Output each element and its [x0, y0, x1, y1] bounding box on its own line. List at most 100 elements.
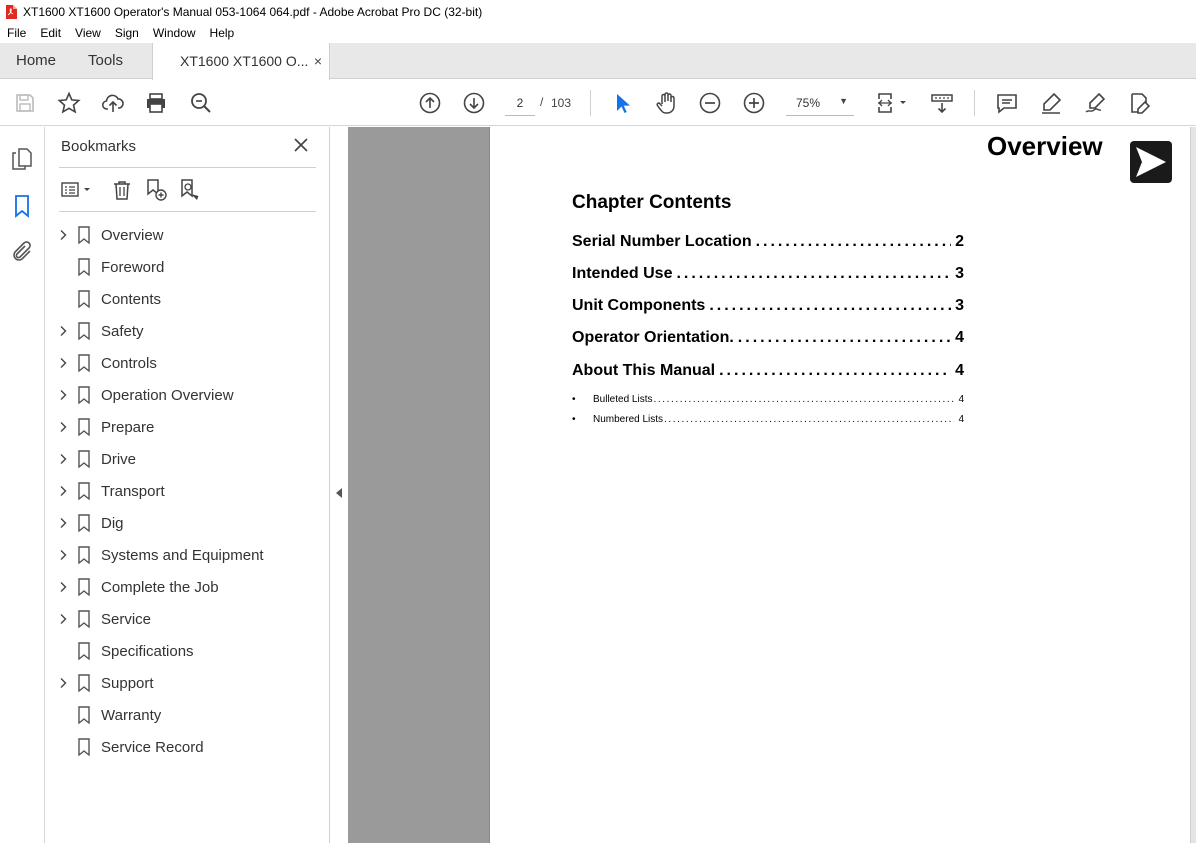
- toc-entry[interactable]: Unit Components.........................…: [572, 297, 964, 315]
- bookmark-item[interactable]: Specifications: [45, 635, 330, 667]
- chevron-right-icon[interactable]: [57, 325, 69, 337]
- find-bookmark-icon[interactable]: [177, 177, 203, 203]
- bookmark-label: Specifications: [101, 642, 194, 660]
- highlight-icon[interactable]: [1038, 90, 1064, 116]
- bookmark-label: Controls: [101, 354, 157, 372]
- chevron-right-icon[interactable]: [57, 581, 69, 593]
- menu-sign[interactable]: Sign: [108, 23, 146, 43]
- select-cursor-icon[interactable]: [609, 90, 635, 116]
- bookmark-item[interactable]: Safety: [45, 315, 330, 347]
- toc-subentry[interactable]: • Numbered Lists.........................…: [572, 414, 964, 425]
- toc-entry[interactable]: About This Manual.......................…: [572, 362, 964, 380]
- zoom-out-icon[interactable]: [697, 90, 723, 116]
- chevron-right-icon[interactable]: [57, 517, 69, 529]
- chevron-right-icon[interactable]: [57, 229, 69, 241]
- page-edge: [1190, 127, 1196, 843]
- new-bookmark-icon[interactable]: [143, 177, 169, 203]
- close-icon[interactable]: [291, 135, 311, 155]
- bookmark-label: Overview: [101, 226, 164, 244]
- bookmark-item[interactable]: Systems and Equipment: [45, 539, 330, 571]
- bookmark-item[interactable]: Drive: [45, 443, 330, 475]
- bookmarks-list: Overview Foreword Contents Safety Controls Op…: [45, 219, 330, 763]
- chevron-right-icon[interactable]: [57, 613, 69, 625]
- edit-icon[interactable]: [1126, 90, 1152, 116]
- bookmark-item[interactable]: Support: [45, 667, 330, 699]
- bookmark-icon: [77, 674, 91, 693]
- sign-icon[interactable]: [1082, 90, 1108, 116]
- collapse-arrow-icon: [336, 488, 342, 498]
- page-number-input[interactable]: 2: [505, 90, 535, 116]
- bookmark-label: Operation Overview: [101, 386, 234, 404]
- toc-subentry-page: 4: [958, 414, 964, 425]
- bookmark-item[interactable]: Warranty: [45, 699, 330, 731]
- chevron-right-icon[interactable]: [57, 389, 69, 401]
- bookmark-item[interactable]: Operation Overview: [45, 379, 330, 411]
- bookmark-icon: [77, 450, 91, 469]
- tab-close-icon[interactable]: ×: [314, 43, 322, 79]
- bookmark-item[interactable]: Complete the Job: [45, 571, 330, 603]
- chevron-right-icon[interactable]: [57, 421, 69, 433]
- bookmark-item[interactable]: Prepare: [45, 411, 330, 443]
- title-bar: XT1600 XT1600 Operator's Manual 053-1064…: [0, 0, 1196, 23]
- chevron-down-icon: ▼: [839, 96, 848, 106]
- save-icon[interactable]: [12, 90, 38, 116]
- page-down-icon[interactable]: [461, 90, 487, 116]
- bookmark-item[interactable]: Service Record: [45, 731, 330, 763]
- menu-view[interactable]: View: [68, 23, 108, 43]
- options-menu-icon[interactable]: [59, 177, 95, 203]
- chevron-right-icon[interactable]: [57, 453, 69, 465]
- toc-leader-dots: ........................................…: [664, 414, 955, 425]
- comment-icon[interactable]: [994, 90, 1020, 116]
- bookmark-label: Complete the Job: [101, 578, 219, 596]
- zoom-in-icon[interactable]: [741, 90, 767, 116]
- bookmark-item[interactable]: Controls: [45, 347, 330, 379]
- menu-window[interactable]: Window: [146, 23, 203, 43]
- upload-icon[interactable]: [100, 90, 126, 116]
- chevron-right-icon[interactable]: [57, 357, 69, 369]
- menu-edit[interactable]: Edit: [33, 23, 68, 43]
- tab-home[interactable]: Home: [16, 43, 56, 79]
- bookmark-item[interactable]: Overview: [45, 219, 330, 251]
- tab-tools[interactable]: Tools: [88, 43, 123, 79]
- bookmark-icon: [77, 418, 91, 437]
- bookmark-label: Service Record: [101, 738, 204, 756]
- chevron-right-icon[interactable]: [57, 485, 69, 497]
- star-icon[interactable]: [56, 90, 82, 116]
- scroll-icon[interactable]: [929, 90, 955, 116]
- attachment-icon[interactable]: [10, 240, 34, 264]
- toc-leader-dots: ........................................…: [737, 329, 951, 346]
- menu-help[interactable]: Help: [203, 23, 242, 43]
- zoom-search-icon[interactable]: [188, 90, 214, 116]
- delete-bookmark-icon[interactable]: [109, 177, 135, 203]
- hand-icon[interactable]: [653, 90, 679, 116]
- divider: [59, 167, 316, 168]
- bookmark-item[interactable]: Foreword: [45, 251, 330, 283]
- bookmark-item[interactable]: Dig: [45, 507, 330, 539]
- bookmark-label: Systems and Equipment: [101, 546, 264, 564]
- bookmark-icon[interactable]: [10, 194, 34, 218]
- bookmark-item[interactable]: Transport: [45, 475, 330, 507]
- bookmark-item[interactable]: Contents: [45, 283, 330, 315]
- page-up-icon[interactable]: [417, 90, 443, 116]
- left-rail: [0, 127, 45, 843]
- toc-entry[interactable]: Serial Number Location..................…: [572, 233, 964, 251]
- chevron-right-icon[interactable]: [57, 677, 69, 689]
- tab-document-label: XT1600 XT1600 O...: [180, 53, 309, 69]
- toc-entry[interactable]: Intended Use............................…: [572, 265, 964, 283]
- page-fit-icon[interactable]: [875, 90, 911, 116]
- menu-file[interactable]: File: [0, 23, 33, 43]
- zoom-select[interactable]: 75% ▼: [786, 90, 854, 116]
- chapter-contents-title: Chapter Contents: [572, 192, 732, 213]
- toc-leader-dots: ........................................…: [709, 297, 951, 314]
- chevron-right-icon[interactable]: [57, 549, 69, 561]
- bookmark-icon: [77, 706, 91, 725]
- print-icon[interactable]: [143, 90, 169, 116]
- pages-icon[interactable]: [10, 147, 34, 171]
- toc-entry[interactable]: Operator Orientation....................…: [572, 329, 964, 347]
- panel-collapse-handle[interactable]: [330, 127, 348, 843]
- toc-subentry-label: Bulleted Lists: [593, 394, 653, 405]
- bookmark-item[interactable]: Service: [45, 603, 330, 635]
- toc-subentry[interactable]: • Bulleted Lists.........................…: [572, 394, 964, 405]
- toc-entry-label: About This Manual: [572, 362, 716, 379]
- tab-document[interactable]: XT1600 XT1600 O... ×: [152, 43, 330, 80]
